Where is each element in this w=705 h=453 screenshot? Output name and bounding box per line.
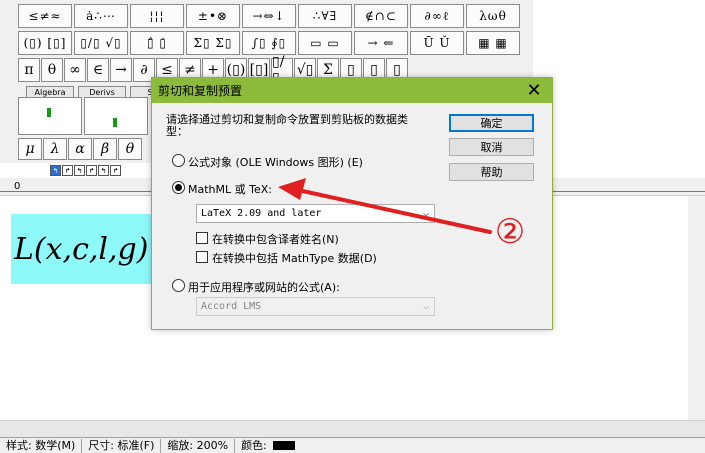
bar-nav-button-2[interactable]: ↱ [62, 165, 73, 176]
cut-copy-preferences-dialog: 剪切和复制预置 ✕ 请选择通过剪切和复制命令放置到剪贴板的数据类型： 确定 取消… [151, 77, 553, 330]
subscript-templates-button[interactable]: ▯̂ ▯̇ [130, 31, 184, 55]
greek-row: μ λ α β θ [18, 138, 143, 161]
checkbox-include-translator[interactable] [196, 232, 208, 244]
radio-mathml-tex-label: MathML 或 TeX: [188, 183, 272, 196]
alpha-symbol-button[interactable]: α [68, 138, 92, 160]
integral-templates-button[interactable]: ∫▯ ∮▯ [242, 31, 296, 55]
matrix-templates-button[interactable]: ▦ ▦ [466, 31, 520, 55]
product-templates-button[interactable]: Ū Ǔ [410, 31, 464, 55]
set-theory-palette-button[interactable]: ∉∩⊂ [354, 4, 408, 28]
underbar-templates-button[interactable]: ▭ ▭ [298, 31, 352, 55]
help-button[interactable]: 帮助 [449, 163, 534, 181]
app-format-select: Accord LMS ⌵ [196, 297, 435, 316]
embellishments-palette-button[interactable]: ¦¦¦ [130, 4, 184, 28]
palette-cell[interactable] [84, 97, 148, 135]
misc-symbols-palette-button[interactable]: ∂∞ℓ [410, 4, 464, 28]
chevron-down-icon: ⌵ [422, 208, 429, 219]
checkbox-include-mathtype-label: 在转换中包括 MathType 数据(D) [212, 252, 377, 265]
lambda-symbol-button[interactable]: λ [43, 138, 67, 160]
template-row-1: ≤≠≈ ȧ∴⋯ ¦¦¦ ±•⊗ →⇔↓ ∴∀∃ ∉∩⊂ ∂∞ℓ λωθ [18, 4, 522, 30]
fraction-radical-templates-button[interactable]: ▯/▯ √▯ [74, 31, 128, 55]
summation-templates-button[interactable]: Σ▯ Σ▯ [186, 31, 240, 55]
labeled-arrow-templates-button[interactable]: → ⇐ [354, 31, 408, 55]
dialog-title: 剪切和复制预置 [158, 84, 243, 98]
arrows-palette-button[interactable]: →⇔↓ [242, 4, 296, 28]
arrow-symbol-button[interactable]: → [110, 58, 132, 82]
equation-display[interactable]: L(x,c,l,g) [11, 214, 159, 284]
radio-ole-object-label: 公式对象 (OLE Windows 图形) (E) [188, 156, 363, 169]
bar-nav-button-6[interactable]: ↱ [110, 165, 121, 176]
beta-symbol-button[interactable]: β [93, 138, 117, 160]
mathml-format-value: LaTeX 2.09 and later [201, 208, 322, 219]
greek-lower-palette-button[interactable]: λωθ [466, 4, 520, 28]
step-number-badge: ② [494, 212, 526, 252]
bar-nav-button-4[interactable]: ↱ [86, 165, 97, 176]
infinity-symbol-button[interactable]: ∞ [64, 58, 86, 82]
logic-palette-button[interactable]: ∴∀∃ [298, 4, 352, 28]
bar-tab-nav: ↰ ↱ ↰ ↱ ↰ ↱ [50, 165, 122, 177]
bar-nav-button-1[interactable]: ↰ [50, 165, 61, 176]
template-row-2: (▯) [▯] ▯/▯ √▯ ▯̂ ▯̇ Σ▯ Σ▯ ∫▯ ∮▯ ▭ ▭ → ⇐… [18, 31, 522, 57]
operators-palette-button[interactable]: ±•⊗ [186, 4, 240, 28]
dialog-titlebar: 剪切和复制预置 ✕ [152, 78, 552, 103]
horizontal-scrollbar[interactable] [0, 420, 705, 437]
chevron-down-icon: ⌵ [422, 301, 429, 312]
radio-ole-object[interactable] [172, 154, 185, 167]
cancel-button[interactable]: 取消 [449, 138, 534, 156]
spaces-ellipses-palette-button[interactable]: ȧ∴⋯ [74, 4, 128, 28]
relations-palette-button[interactable]: ≤≠≈ [18, 4, 72, 28]
status-color: 颜色: [235, 439, 301, 453]
dialog-prompt: 请选择通过剪切和复制命令放置到剪贴板的数据类型： [166, 113, 408, 138]
vertical-scrollbar[interactable] [688, 196, 705, 420]
element-of-symbol-button[interactable]: ∈ [87, 58, 109, 82]
checkbox-include-mathtype[interactable] [196, 251, 208, 263]
radio-app-website-label: 用于应用程序或网站的公式(A): [188, 281, 340, 294]
bar-nav-button-3[interactable]: ↰ [74, 165, 85, 176]
ok-button[interactable]: 确定 [449, 114, 534, 132]
theta-symbol-button[interactable]: θ [41, 58, 63, 82]
radio-app-website[interactable] [172, 279, 185, 292]
radio-mathml-tex[interactable] [172, 181, 185, 194]
color-swatch [272, 441, 295, 450]
close-icon[interactable]: ✕ [524, 80, 544, 101]
status-bar: 样式: 数学(M) 尺寸: 标准(F) 缩放: 200% 颜色: [0, 437, 705, 453]
checkbox-include-translator-label: 在转换中包含译者姓名(N) [212, 233, 339, 246]
mu-symbol-button[interactable]: μ [18, 138, 42, 160]
app-format-value: Accord LMS [201, 301, 262, 312]
expression-palette [18, 97, 150, 137]
mathml-format-select[interactable]: LaTeX 2.09 and later ⌵ [196, 204, 435, 223]
fence-templates-button[interactable]: (▯) [▯] [18, 31, 72, 55]
palette-cell[interactable] [18, 97, 82, 135]
status-zoom: 缩放: 200% [161, 438, 236, 453]
status-style: 样式: 数学(M) [0, 438, 83, 453]
theta-italic-symbol-button[interactable]: θ [118, 138, 142, 160]
status-color-label: 颜色: [241, 438, 267, 452]
pi-symbol-button[interactable]: π [18, 58, 40, 82]
bar-nav-button-5[interactable]: ↰ [98, 165, 109, 176]
status-size: 尺寸: 标准(F) [82, 438, 162, 453]
